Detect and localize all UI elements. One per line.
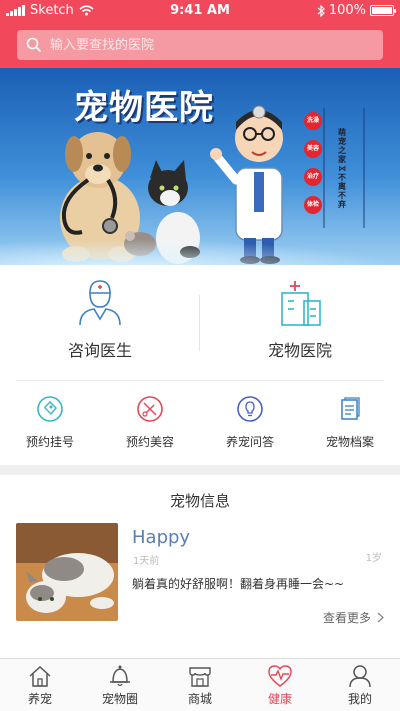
bluetooth-icon <box>317 4 325 17</box>
status-bar: Sketch 9:41 AM 100% <box>0 0 400 22</box>
banner-tags: 洗澡 美容 治疗 体检 <box>304 112 322 214</box>
pet-post-time: 1天前 <box>133 556 160 567</box>
pet-name: Happy <box>132 527 191 548</box>
entry-divider <box>199 295 200 351</box>
consult-doctor-button[interactable]: 咨询医生 <box>0 265 200 381</box>
register-tag-icon <box>37 396 63 422</box>
tab-mine-label: 我的 <box>347 692 372 706</box>
banner-tag: 美容 <box>304 140 322 158</box>
section-gap <box>0 465 400 475</box>
tab-circle-label: 宠物圈 <box>101 692 138 706</box>
pet-card[interactable]: Happy 1天前 1岁 躺着真的好舒服啊！翻着身再睡一会~~ 查看更多 <box>16 523 384 626</box>
book-grooming-label: 预约美容 <box>125 435 174 449</box>
pet-hospital-button[interactable]: 宠物医院 <box>200 265 400 381</box>
chevron-right-icon <box>377 612 384 623</box>
tab-pets[interactable]: 养宠 <box>0 659 80 711</box>
banner-title: 宠物医院 <box>74 88 214 128</box>
book-appointment-button[interactable]: 预约挂号 <box>0 381 100 465</box>
tab-shop-label: 商城 <box>187 692 212 706</box>
doctor-icon <box>79 280 121 326</box>
hospital-icon <box>281 281 321 326</box>
pet-hospital-label: 宠物医院 <box>267 341 332 360</box>
status-right: 100% <box>317 3 396 18</box>
hospital-banner[interactable]: 宠物医院 洗澡 美容 治疗 体检 萌宠之家 ⋈ 不离不弃 <box>0 68 400 265</box>
book-appointment-label: 预约挂号 <box>25 435 74 449</box>
search-bar[interactable] <box>17 30 383 60</box>
tab-bar: 养宠 宠物圈 商城 健康 我的 <box>0 658 400 711</box>
heart-pulse-icon <box>268 665 292 687</box>
book-grooming-button[interactable]: 预约美容 <box>100 381 200 465</box>
cat-photo-image <box>16 523 118 621</box>
search-icon <box>26 37 42 53</box>
pet-records-button[interactable]: 宠物档案 <box>300 381 400 465</box>
file-icon <box>341 397 360 420</box>
banner-tag: 治疗 <box>304 168 322 186</box>
pet-info-title: 宠物信息 <box>169 492 230 510</box>
tab-health[interactable]: 健康 <box>240 659 320 711</box>
pet-description: 躺着真的好舒服啊！翻着身再睡一会~~ <box>132 577 345 591</box>
grooming-icon <box>137 396 163 422</box>
pet-age: 1岁 <box>365 553 382 564</box>
battery-icon <box>370 5 396 16</box>
tab-mine[interactable]: 我的 <box>320 659 400 711</box>
quick-actions: 预约挂号 预约美容 养宠问答 宠物档案 <box>0 381 400 465</box>
search-input[interactable] <box>50 37 350 53</box>
user-icon <box>349 665 371 688</box>
battery-fill <box>372 7 392 14</box>
tab-circle[interactable]: 宠物圈 <box>80 659 160 711</box>
pet-records-label: 宠物档案 <box>325 435 374 449</box>
tab-health-label: 健康 <box>267 692 292 706</box>
tab-pets-label: 养宠 <box>27 692 52 706</box>
consult-doctor-label: 咨询医生 <box>67 341 132 360</box>
battery-percent: 100% <box>328 3 366 18</box>
header: Sketch 9:41 AM 100% <box>0 0 400 68</box>
tab-shop[interactable]: 商城 <box>160 659 240 711</box>
bell-icon <box>110 665 130 687</box>
main-entries: 咨询医生 宠物医院 <box>0 265 400 381</box>
banner-slogan: 萌宠之家 ⋈ 不离不弃 <box>338 128 346 209</box>
home-icon <box>29 665 51 687</box>
pet-photo <box>16 523 118 621</box>
view-more-link[interactable]: 查看更多 <box>323 609 384 626</box>
banner-ground <box>0 239 400 265</box>
banner-tag: 体检 <box>304 196 322 214</box>
pet-qa-button[interactable]: 养宠问答 <box>200 381 300 465</box>
shop-icon <box>189 667 211 687</box>
banner-tag: 洗澡 <box>304 112 322 130</box>
lightbulb-icon <box>237 396 263 422</box>
view-more-label: 查看更多 <box>322 611 371 625</box>
pet-qa-label: 养宠问答 <box>225 435 274 449</box>
